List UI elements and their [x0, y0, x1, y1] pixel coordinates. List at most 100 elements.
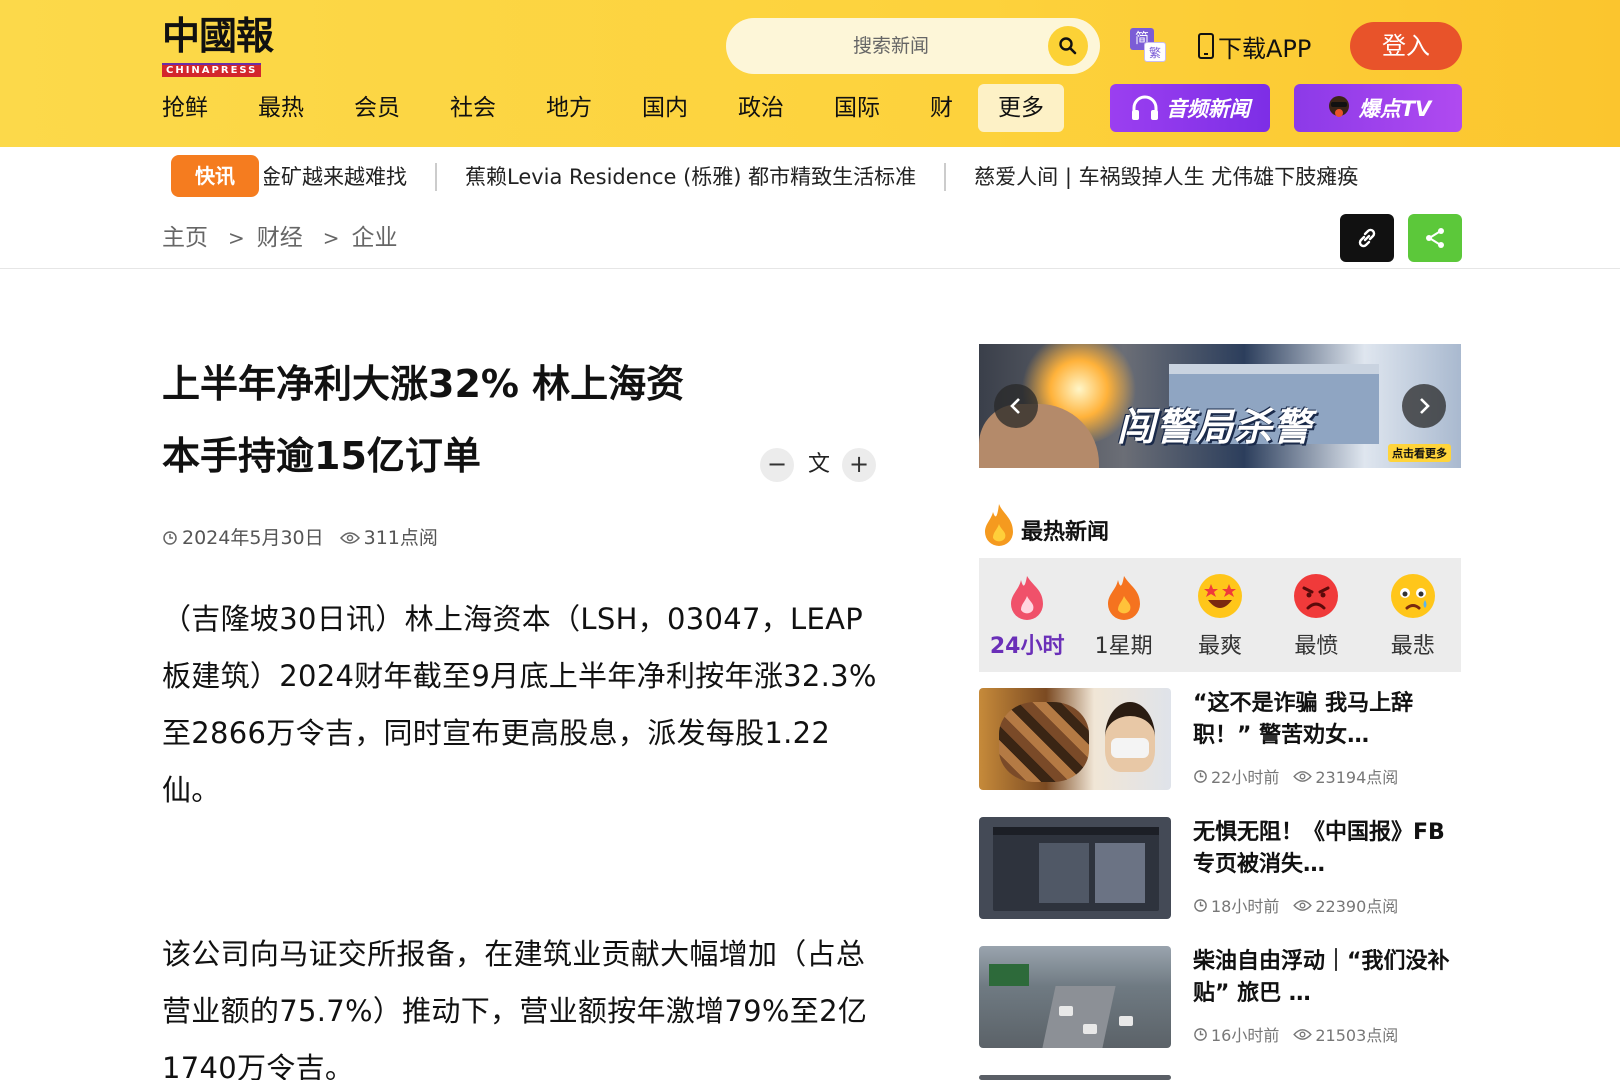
list-item[interactable] [979, 1075, 1461, 1080]
clock-icon [1194, 1027, 1207, 1041]
tab-happiest[interactable]: 最爽 [1172, 558, 1268, 672]
news-title[interactable]: 柴油自由浮动｜“我们没补贴” 旅巴 … [1193, 946, 1461, 1010]
car-image [1059, 1006, 1073, 1016]
breadcrumb-separator: > [228, 226, 245, 250]
article-paragraph: （吉隆坡30日讯）林上海资本（LSH，03047，LEAP板建筑）2024财年截… [162, 602, 877, 807]
nav-item-domestic[interactable]: 国内 [642, 84, 738, 132]
article-title-line1: 上半年净利大涨32% 林上海资 [162, 362, 685, 406]
publish-date: 2024年5月30日 [182, 527, 324, 549]
ticker-item[interactable]: 慈爱人间 | 车祸毁掉人生 尤伟雄下肢瘫痪 [946, 163, 1386, 191]
news-thumbnail[interactable] [979, 1075, 1171, 1080]
nav-item-latest[interactable]: 抢鲜 [162, 84, 258, 132]
audio-news-button[interactable]: 音频新闻 [1110, 84, 1270, 132]
nav-item-finance[interactable]: 财 [930, 84, 954, 132]
link-icon [1358, 228, 1376, 248]
share-button[interactable] [1408, 214, 1462, 262]
flash-badge: 快讯 [171, 155, 259, 197]
road-sign-image [989, 964, 1029, 986]
banner-next-button[interactable] [1402, 384, 1446, 428]
share-icon [1426, 228, 1444, 248]
header-divider [0, 268, 1620, 269]
view-count: 311点阅 [363, 527, 438, 549]
tab-angriest[interactable]: 最愤 [1268, 558, 1364, 672]
fire-emoji-icon [1011, 576, 1044, 620]
breadcrumb-finance[interactable]: 财经 [257, 220, 303, 256]
tab-label: 24小时 [989, 634, 1065, 659]
news-thumbnail[interactable] [979, 817, 1171, 919]
lang-traditional: 繁 [1144, 42, 1166, 62]
font-size-label: 文 [807, 452, 830, 477]
news-views: 21503点阅 [1315, 1026, 1399, 1045]
news-meta: 16小时前 21503点阅 [1193, 1022, 1398, 1046]
nav-item-hot[interactable]: 最热 [258, 84, 354, 132]
breadcrumb-business[interactable]: 企业 [352, 220, 398, 256]
list-item[interactable]: 柴油自由浮动｜“我们没补贴” 旅巴 … 16小时前 21503点阅 [979, 946, 1461, 1048]
font-size-control: − 文 + [760, 448, 876, 484]
eye-icon [1293, 899, 1313, 911]
news-title[interactable]: “这不是诈骗 我马上辞职！” 警苦劝女… [1193, 688, 1461, 752]
clock-icon [1194, 769, 1207, 783]
font-decrease-button[interactable]: − [760, 448, 794, 482]
nav-item-international[interactable]: 国际 [834, 84, 930, 132]
news-time: 18小时前 [1211, 897, 1280, 916]
site-logo[interactable]: 中國報 CHINAPRESS [162, 14, 286, 77]
nav-item-member[interactable]: 会员 [354, 84, 450, 132]
angry-emoji-icon [1294, 574, 1339, 618]
login-button[interactable]: 登入 [1350, 22, 1462, 70]
search-button[interactable] [1048, 26, 1088, 66]
ticker-item[interactable]: 蕉赖Levia Residence (栎雅) 都市精致生活标准 [437, 163, 947, 191]
logo-en: CHINAPRESS [162, 63, 262, 77]
promo-banner[interactable]: 闯警局杀警 点击看更多 [979, 344, 1461, 468]
sad-emoji-icon [1390, 574, 1435, 618]
tab-label: 最爽 [1197, 634, 1242, 659]
woman-image [1105, 702, 1155, 772]
nav-item-local[interactable]: 地方 [546, 84, 642, 132]
car-image [1119, 1016, 1133, 1026]
tab-label: 最悲 [1390, 634, 1435, 659]
nav-item-society[interactable]: 社会 [450, 84, 546, 132]
list-item[interactable]: 无惧无阻！《中国报》FB专页被消失… 18小时前 22390点阅 [979, 817, 1461, 919]
audio-news-label: 音频新闻 [1166, 97, 1250, 121]
news-ticker: 快讯 金矿越来越难找 蕉赖Levia Residence (栎雅) 都市精致生活标… [0, 147, 1620, 209]
breadcrumb-home[interactable]: 主页 [162, 220, 208, 256]
eye-icon [1293, 1028, 1313, 1040]
eye-icon [1293, 770, 1313, 782]
star-eyes-emoji-icon [1197, 574, 1242, 618]
chevron-right-icon [1420, 398, 1430, 414]
nav-item-politics[interactable]: 政治 [738, 84, 834, 132]
banner-prev-button[interactable] [994, 384, 1038, 428]
news-views: 23194点阅 [1315, 768, 1399, 787]
tab-saddest[interactable]: 最悲 [1365, 558, 1461, 672]
hot-news-title: 最热新闻 [1021, 520, 1110, 545]
tab-24h[interactable]: 24小时 [979, 558, 1075, 672]
tab-label: 1星期 [1094, 634, 1153, 659]
search-box [726, 18, 1100, 74]
copy-link-button[interactable] [1340, 214, 1394, 262]
list-item[interactable]: “这不是诈骗 我马上辞职！” 警苦劝女… 22小时前 23194点阅 [979, 688, 1461, 790]
news-title[interactable]: 无惧无阻！《中国报》FB专页被消失… [1193, 817, 1461, 881]
hot-tv-button[interactable]: 爆点TV [1294, 84, 1462, 132]
news-thumbnail[interactable] [979, 688, 1171, 790]
font-increase-button[interactable]: + [842, 448, 876, 482]
article-title-line2: 本手持逾15亿订单 [162, 434, 481, 478]
pixelated-face-image [999, 702, 1089, 782]
tab-1week[interactable]: 1星期 [1075, 558, 1171, 672]
breadcrumb: 主页 > 财经 > 企业 [162, 220, 398, 256]
news-meta: 22小时前 23194点阅 [1193, 764, 1398, 788]
chevron-left-icon [1010, 398, 1020, 414]
download-app-link[interactable]: 下载APP [1198, 26, 1311, 66]
news-thumbnail[interactable] [979, 946, 1171, 1048]
eye-icon [339, 531, 360, 545]
banner-headline: 闯警局杀警 [1117, 405, 1313, 449]
language-toggle[interactable]: 简 繁 [1130, 28, 1168, 64]
article-meta: 2024年5月30日 311点阅 [162, 522, 438, 554]
search-input[interactable] [746, 26, 1036, 66]
article-paragraph: 该公司向马证交所报备，在建筑业贡献大幅增加（占总营业额的75.7%）推动下，营业… [162, 937, 868, 1080]
nav-more-button[interactable]: 更多 [978, 84, 1064, 132]
banner-cta[interactable]: 点击看更多 [1388, 444, 1451, 462]
hot-news-header: 最热新闻 [981, 498, 1109, 548]
site-header: 中國報 CHINAPRESS 简 繁 下载APP 登入 抢鲜 最热 会员 社会 … [0, 0, 1620, 147]
ticker-item[interactable]: 金矿越来越难找 [264, 163, 437, 191]
clock-icon [1194, 898, 1207, 912]
main-nav: 抢鲜 最热 会员 社会 地方 国内 政治 国际 财 [162, 84, 954, 132]
